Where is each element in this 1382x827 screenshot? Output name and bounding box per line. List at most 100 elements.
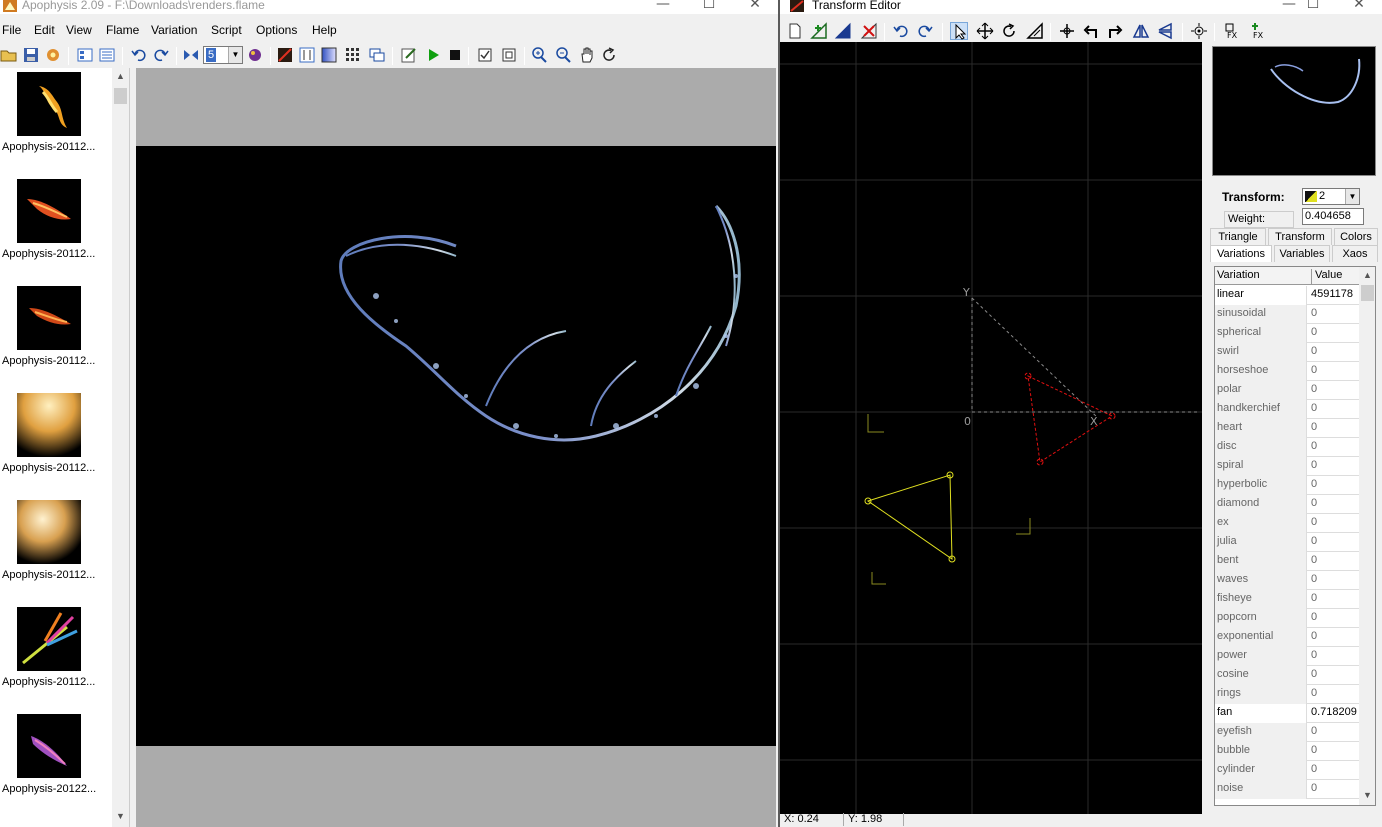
table-row[interactable]: fan 0.718209 bbox=[1215, 704, 1360, 723]
gradient-icon[interactable] bbox=[320, 46, 338, 64]
menu-help[interactable]: Help bbox=[312, 23, 337, 37]
transform-triangle-2[interactable] bbox=[864, 471, 956, 563]
flame-thumbnail[interactable] bbox=[17, 500, 81, 564]
flame-thumbnail[interactable] bbox=[17, 179, 81, 243]
menu-variation[interactable]: Variation bbox=[151, 23, 197, 37]
play-icon[interactable] bbox=[424, 46, 442, 64]
table-row[interactable]: eyefish 0 bbox=[1215, 723, 1360, 742]
variation-value[interactable]: 0 bbox=[1309, 476, 1359, 495]
table-row[interactable]: handkerchief 0 bbox=[1215, 400, 1360, 419]
tab-xaos[interactable]: Xaos bbox=[1332, 245, 1378, 262]
list-view-icon[interactable] bbox=[76, 46, 94, 64]
rotate-mode-icon[interactable] bbox=[1000, 22, 1018, 40]
chevron-down-icon[interactable]: ▼ bbox=[1359, 787, 1375, 804]
open-icon[interactable] bbox=[0, 46, 18, 64]
table-row[interactable]: sinusoidal 0 bbox=[1215, 305, 1360, 324]
table-row[interactable]: cylinder 0 bbox=[1215, 761, 1360, 780]
chevron-down-icon[interactable]: ▼ bbox=[112, 808, 129, 825]
flame-list-scrollbar[interactable]: ▲ ▼ bbox=[112, 68, 129, 827]
table-row[interactable]: rings 0 bbox=[1215, 685, 1360, 704]
editor-title-bar[interactable]: Transform Editor — ☐ ✕ bbox=[780, 0, 1382, 14]
tab-transform[interactable]: Transform bbox=[1268, 228, 1332, 245]
hand-pan-icon[interactable] bbox=[578, 46, 596, 64]
menu-options[interactable]: Options bbox=[256, 23, 297, 37]
table-row[interactable]: julia 0 bbox=[1215, 533, 1360, 552]
variation-value[interactable]: 0 bbox=[1309, 761, 1359, 780]
rotate-left-icon[interactable] bbox=[1082, 22, 1100, 40]
delete-transform-icon[interactable] bbox=[860, 22, 878, 40]
variation-value[interactable]: 0 bbox=[1309, 780, 1359, 799]
table-row[interactable]: spiral 0 bbox=[1215, 457, 1360, 476]
variation-value[interactable]: 0 bbox=[1309, 495, 1359, 514]
close-button[interactable]: ✕ bbox=[1336, 0, 1382, 14]
table-row[interactable]: exponential 0 bbox=[1215, 628, 1360, 647]
fractal-render[interactable] bbox=[136, 146, 776, 746]
list-item[interactable]: Apophysis-20112... bbox=[0, 603, 112, 710]
variations-scrollbar[interactable]: ▲ ▼ bbox=[1359, 267, 1375, 805]
list-item[interactable]: Apophysis-20112... bbox=[0, 68, 112, 175]
flame-thumbnail[interactable] bbox=[17, 393, 81, 457]
table-row[interactable]: hyperbolic 0 bbox=[1215, 476, 1360, 495]
list-item[interactable]: Apophysis-20112... bbox=[0, 175, 112, 282]
variation-value[interactable]: 0 bbox=[1309, 685, 1359, 704]
main-title-bar[interactable]: Apophysis 2.09 - F:\Downloads\renders.fl… bbox=[0, 0, 778, 14]
undo-icon[interactable] bbox=[892, 22, 910, 40]
minimize-button[interactable]: — bbox=[640, 0, 686, 14]
chevron-down-icon[interactable]: ▼ bbox=[1345, 189, 1359, 204]
adjust-icon[interactable] bbox=[298, 46, 316, 64]
variation-value[interactable]: 0 bbox=[1309, 324, 1359, 343]
menu-script[interactable]: Script bbox=[211, 23, 242, 37]
duplicate-transform-icon[interactable] bbox=[834, 22, 852, 40]
menu-view[interactable]: View bbox=[66, 23, 92, 37]
details-view-icon[interactable] bbox=[98, 46, 116, 64]
flame-thumbnail[interactable] bbox=[17, 286, 81, 350]
maximize-button[interactable]: ☐ bbox=[686, 0, 732, 14]
new-icon[interactable] bbox=[786, 22, 804, 40]
fullscreen-icon[interactable] bbox=[500, 46, 518, 64]
variation-value[interactable]: 0 bbox=[1309, 647, 1359, 666]
scrollbar-thumb[interactable] bbox=[114, 88, 127, 104]
table-row[interactable]: swirl 0 bbox=[1215, 343, 1360, 362]
table-row[interactable]: fisheye 0 bbox=[1215, 590, 1360, 609]
tab-variables[interactable]: Variables bbox=[1274, 245, 1330, 262]
tab-colors[interactable]: Colors bbox=[1334, 228, 1378, 245]
post-transform-icon[interactable]: FX bbox=[1224, 22, 1242, 40]
select-mode-icon[interactable] bbox=[950, 22, 968, 40]
windows-icon[interactable] bbox=[368, 46, 386, 64]
list-item[interactable]: Apophysis-20112... bbox=[0, 389, 112, 496]
flame-thumbnail[interactable] bbox=[17, 607, 81, 671]
table-row[interactable]: spherical 0 bbox=[1215, 324, 1360, 343]
script-edit-icon[interactable] bbox=[400, 46, 418, 64]
menu-file[interactable]: File bbox=[2, 23, 21, 37]
variation-value[interactable]: 0 bbox=[1309, 343, 1359, 362]
rotate-icon[interactable] bbox=[600, 46, 618, 64]
random-batch-icon[interactable] bbox=[246, 46, 264, 64]
editor-icon[interactable] bbox=[276, 46, 294, 64]
variation-value[interactable]: 0 bbox=[1309, 419, 1359, 438]
table-row[interactable]: bent 0 bbox=[1215, 552, 1360, 571]
table-row[interactable]: polar 0 bbox=[1215, 381, 1360, 400]
triangle-canvas[interactable]: Y 0 X bbox=[780, 42, 1202, 814]
table-row[interactable]: waves 0 bbox=[1215, 571, 1360, 590]
variation-value[interactable]: 4591178 bbox=[1309, 286, 1359, 305]
redo-icon[interactable] bbox=[916, 22, 934, 40]
reset-transform-icon[interactable] bbox=[1058, 22, 1076, 40]
stop-icon[interactable] bbox=[446, 46, 464, 64]
column-header-value[interactable]: Value bbox=[1311, 269, 1342, 285]
rotate-right-icon[interactable] bbox=[1106, 22, 1124, 40]
list-item[interactable]: Apophysis-20112... bbox=[0, 282, 112, 389]
variation-value[interactable]: 0 bbox=[1309, 457, 1359, 476]
table-row[interactable]: linear 4591178 bbox=[1215, 286, 1360, 305]
variation-value[interactable]: 0.718209 bbox=[1309, 704, 1359, 723]
close-button[interactable]: ✕ bbox=[732, 0, 778, 14]
mutate-icon[interactable] bbox=[182, 46, 200, 64]
variation-value[interactable]: 0 bbox=[1309, 400, 1359, 419]
variation-value[interactable]: 0 bbox=[1309, 438, 1359, 457]
flame-thumbnail[interactable] bbox=[17, 72, 81, 136]
table-row[interactable]: diamond 0 bbox=[1215, 495, 1360, 514]
chevron-down-icon[interactable]: ▼ bbox=[228, 47, 242, 63]
tab-triangle[interactable]: Triangle bbox=[1210, 228, 1266, 245]
table-row[interactable]: heart 0 bbox=[1215, 419, 1360, 438]
table-row[interactable]: popcorn 0 bbox=[1215, 609, 1360, 628]
scale-mode-icon[interactable] bbox=[1026, 22, 1044, 40]
